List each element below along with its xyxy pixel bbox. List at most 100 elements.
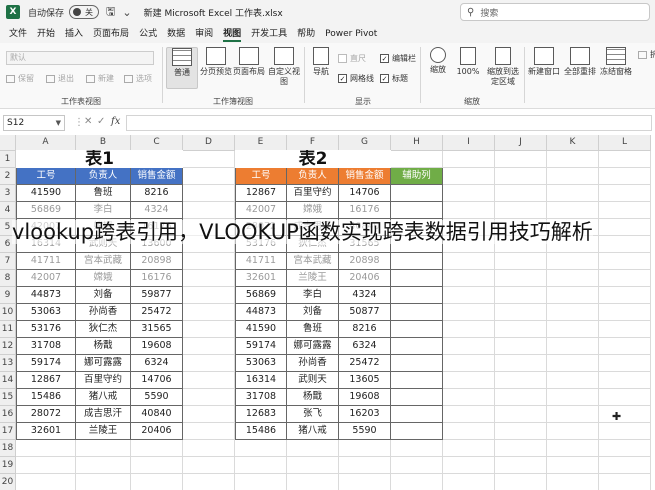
table2-data-cell[interactable]: 猪八戒	[287, 423, 339, 440]
grid-cell[interactable]	[547, 440, 599, 457]
chevron-down-icon[interactable]: ⌄	[122, 6, 131, 19]
grid-cell[interactable]	[547, 185, 599, 202]
column-header[interactable]: H	[391, 135, 443, 151]
table1-data-cell[interactable]: 20406	[131, 423, 183, 440]
table2-data-cell[interactable]	[391, 253, 443, 270]
grid-cell[interactable]	[76, 440, 131, 457]
grid-cell[interactable]	[183, 355, 235, 372]
table1-data-cell[interactable]: 59174	[16, 355, 76, 372]
grid-cell[interactable]	[599, 168, 651, 185]
row-header[interactable]: 15	[0, 389, 16, 406]
table2-data-cell[interactable]: 19608	[339, 389, 391, 406]
table2-data-cell[interactable]: 杨戬	[287, 389, 339, 406]
grid-cell[interactable]	[547, 253, 599, 270]
table1-data-cell[interactable]: 32601	[16, 423, 76, 440]
grid-cell[interactable]	[495, 338, 547, 355]
grid-cell[interactable]	[183, 474, 235, 490]
column-header[interactable]: C	[131, 135, 183, 151]
grid-cell[interactable]	[183, 287, 235, 304]
grid-cell[interactable]	[183, 202, 235, 219]
grid-cell[interactable]	[443, 338, 495, 355]
grid-cell[interactable]	[391, 457, 443, 474]
table2-data-cell[interactable]: 宫本武藏	[287, 253, 339, 270]
tab-7[interactable]: 视图	[218, 26, 246, 43]
grid-cell[interactable]	[16, 457, 76, 474]
grid-cell[interactable]	[599, 474, 651, 490]
column-header[interactable]: F	[287, 135, 339, 151]
tab-3[interactable]: 页面布局	[88, 26, 134, 43]
grid-cell[interactable]	[495, 389, 547, 406]
table1-data-cell[interactable]: 孙尚香	[76, 304, 131, 321]
grid-cell[interactable]	[495, 474, 547, 490]
grid-cell[interactable]	[547, 338, 599, 355]
grid-cell[interactable]	[183, 406, 235, 423]
sheet-view-options-button[interactable]: 选项	[124, 73, 152, 84]
grid-cell[interactable]	[443, 270, 495, 287]
zoom-100-button[interactable]: 100%	[454, 47, 482, 77]
table1-data-cell[interactable]: 杨戬	[76, 338, 131, 355]
column-header[interactable]: A	[16, 135, 76, 151]
grid-cell[interactable]	[16, 474, 76, 490]
table2-data-cell[interactable]: 16176	[339, 202, 391, 219]
table2-data-cell[interactable]	[391, 338, 443, 355]
grid-cell[interactable]	[391, 151, 443, 168]
table2-data-cell[interactable]: 16314	[235, 372, 287, 389]
custom-views-button[interactable]: 自定义视图	[266, 47, 302, 87]
table2-data-cell[interactable]: 42007	[235, 202, 287, 219]
table1-data-cell[interactable]: 19608	[131, 338, 183, 355]
grid-cell[interactable]	[547, 406, 599, 423]
grid-cell[interactable]	[495, 270, 547, 287]
select-all-corner[interactable]	[0, 135, 16, 151]
row-header[interactable]: 12	[0, 338, 16, 355]
grid-cell[interactable]	[443, 457, 495, 474]
grid-cell[interactable]	[235, 440, 287, 457]
row-header[interactable]: 3	[0, 185, 16, 202]
table1-data-cell[interactable]: 53176	[16, 321, 76, 338]
table2-data-cell[interactable]: 嫦娥	[287, 202, 339, 219]
grid-cell[interactable]	[599, 185, 651, 202]
new-sheet-view-button[interactable]: 新建	[86, 73, 114, 84]
grid-cell[interactable]	[287, 474, 339, 490]
table1-data-cell[interactable]: 5590	[131, 389, 183, 406]
grid-cell[interactable]	[16, 440, 76, 457]
cancel-icon[interactable]: ✕	[84, 116, 92, 127]
grid-cell[interactable]	[131, 457, 183, 474]
page-layout-button[interactable]: 页面布局	[232, 47, 266, 77]
table2-data-cell[interactable]: 41590	[235, 321, 287, 338]
table1-data-cell[interactable]: 41590	[16, 185, 76, 202]
tab-5[interactable]: 数据	[162, 26, 190, 43]
table2-data-cell[interactable]	[391, 372, 443, 389]
table2-data-cell[interactable]	[391, 202, 443, 219]
table2-data-cell[interactable]: 44873	[235, 304, 287, 321]
table2-data-cell[interactable]: 50877	[339, 304, 391, 321]
table1-data-cell[interactable]: 15486	[16, 389, 76, 406]
exit-sheet-view-button[interactable]: 退出	[46, 73, 74, 84]
gridlines-checkbox[interactable]: ✓ 网格线	[338, 73, 374, 84]
table2-data-cell[interactable]: 53063	[235, 355, 287, 372]
autosave-toggle[interactable]: 关	[69, 5, 100, 19]
grid-cell[interactable]	[495, 185, 547, 202]
grid-cell[interactable]	[443, 287, 495, 304]
grid-cell[interactable]	[131, 440, 183, 457]
search-input[interactable]: ⚲ 搜索	[460, 3, 650, 21]
headings-checkbox[interactable]: ✓ 标题	[380, 73, 408, 84]
table1-data-cell[interactable]: 成吉思汗	[76, 406, 131, 423]
grid-cell[interactable]	[495, 287, 547, 304]
table2-data-cell[interactable]: 13605	[339, 372, 391, 389]
grid-cell[interactable]	[547, 168, 599, 185]
tab-2[interactable]: 插入	[60, 26, 88, 43]
grid-cell[interactable]	[495, 304, 547, 321]
table2-data-cell[interactable]	[391, 406, 443, 423]
grid-cell[interactable]	[183, 338, 235, 355]
table1-data-cell[interactable]: 16176	[131, 270, 183, 287]
table1-data-cell[interactable]: 31708	[16, 338, 76, 355]
grid-cell[interactable]	[443, 202, 495, 219]
grid-cell[interactable]	[599, 202, 651, 219]
table2-data-cell[interactable]	[391, 389, 443, 406]
row-header[interactable]: 19	[0, 457, 16, 474]
table2-data-cell[interactable]: 8216	[339, 321, 391, 338]
table2-data-cell[interactable]: 59174	[235, 338, 287, 355]
table2-data-cell[interactable]: 12683	[235, 406, 287, 423]
row-header[interactable]: 7	[0, 253, 16, 270]
table2-data-cell[interactable]: 16203	[339, 406, 391, 423]
